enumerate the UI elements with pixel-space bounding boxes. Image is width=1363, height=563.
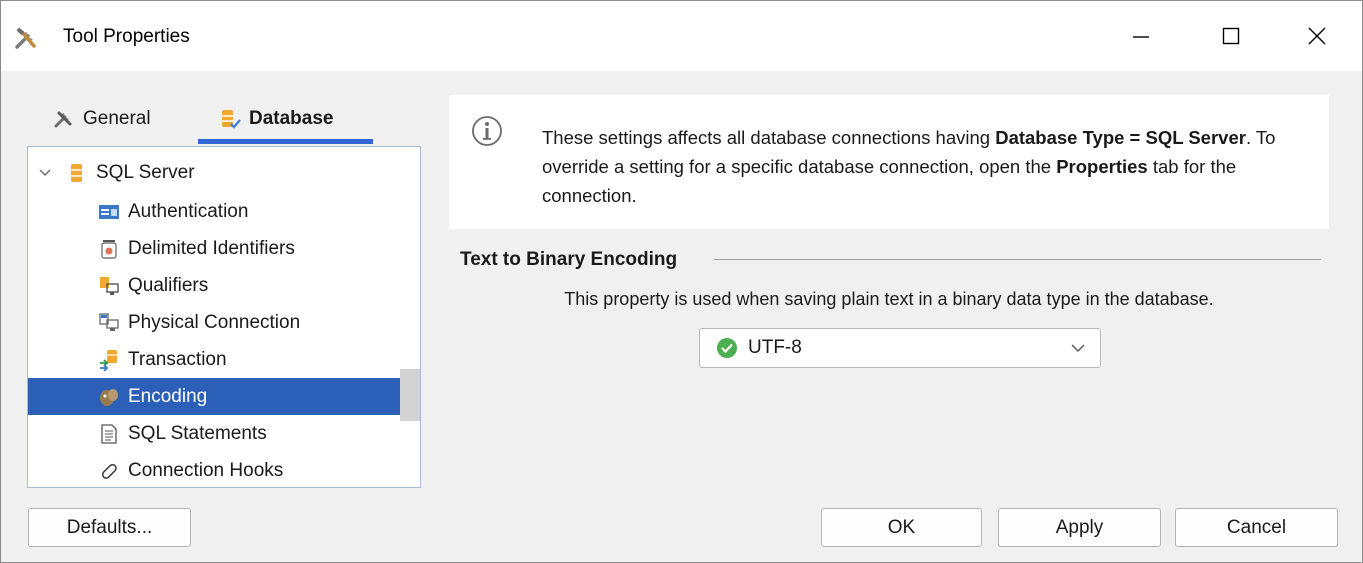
defaults-button[interactable]: Defaults...	[28, 508, 191, 547]
document-icon	[98, 423, 120, 445]
chevron-down-icon	[39, 169, 51, 177]
info-icon	[471, 115, 503, 147]
info-message: These settings affects all database conn…	[542, 123, 1302, 210]
tree-item-label: SQL Statements	[128, 422, 267, 444]
encoding-icon	[98, 386, 120, 408]
tree-item-connection-hooks[interactable]: Connection Hooks	[28, 452, 400, 487]
delimiter-icon	[98, 238, 120, 260]
tab-database[interactable]: Database	[219, 101, 334, 137]
tree-item-delimited-identifiers[interactable]: Delimited Identifiers	[28, 230, 400, 267]
close-button[interactable]	[1272, 1, 1362, 71]
tree-node-label: SQL Server	[96, 161, 195, 183]
tree-item-label: Physical Connection	[128, 311, 301, 333]
tree-item-authentication[interactable]: Authentication	[28, 193, 400, 230]
group-title: Text to Binary Encoding	[460, 249, 678, 270]
info-properties-tab: Properties	[1056, 156, 1148, 177]
tree-node-sql-server[interactable]: SQL Server	[28, 154, 400, 191]
cancel-button[interactable]: Cancel	[1175, 508, 1338, 547]
settings-tree[interactable]: SQL Server Authentication Delimited Iden…	[27, 146, 421, 488]
maximize-button[interactable]	[1186, 1, 1276, 71]
tree-item-label: Delimited Identifiers	[128, 237, 295, 259]
minimize-button[interactable]	[1096, 1, 1186, 71]
tree-item-label: Qualifiers	[128, 274, 209, 296]
hook-icon	[98, 460, 120, 482]
tree-item-qualifiers[interactable]: Qualifiers	[28, 267, 400, 304]
tools-icon	[53, 108, 75, 130]
group-divider	[714, 259, 1321, 260]
info-database-type: Database Type = SQL Server	[995, 127, 1246, 148]
maximize-icon	[1222, 27, 1240, 45]
active-tab-indicator	[198, 139, 373, 144]
database-icon	[219, 108, 241, 130]
transaction-icon	[98, 349, 120, 371]
minimize-icon	[1133, 36, 1149, 38]
tree-item-label: Transaction	[128, 348, 227, 370]
encoding-value: UTF-8	[748, 337, 802, 358]
ok-button[interactable]: OK	[821, 508, 982, 547]
encoding-select[interactable]: UTF-8	[699, 328, 1101, 368]
tree-item-physical-connection[interactable]: Physical Connection	[28, 304, 400, 341]
tool-properties-dialog: Tool Properties General Database SQL Ser…	[0, 0, 1363, 563]
check-circle-icon	[716, 337, 738, 359]
info-text-part: These settings affects all database conn…	[542, 127, 996, 148]
tree-scrollbar-track[interactable]	[400, 147, 420, 487]
tree-item-sql-statements[interactable]: SQL Statements	[28, 415, 400, 452]
tab-general-label: General	[83, 108, 151, 129]
authentication-icon	[98, 201, 120, 223]
tree-item-encoding[interactable]: Encoding	[28, 378, 400, 415]
physical-connection-icon	[98, 312, 120, 334]
tree-item-transaction[interactable]: Transaction	[28, 341, 400, 378]
qualifiers-icon	[98, 275, 120, 297]
tree-item-label: Authentication	[128, 200, 249, 222]
tab-database-label: Database	[249, 108, 334, 129]
database-icon	[66, 162, 88, 184]
group-description: This property is used when saving plain …	[564, 289, 1214, 309]
chevron-down-icon	[1071, 344, 1085, 352]
info-panel: These settings affects all database conn…	[449, 95, 1329, 229]
window-title: Tool Properties	[63, 26, 190, 47]
close-icon	[1308, 27, 1326, 45]
tree-item-label: Connection Hooks	[128, 459, 284, 481]
tools-icon	[14, 26, 40, 52]
tree-item-label: Encoding	[128, 385, 208, 407]
tab-general[interactable]: General	[53, 101, 151, 137]
apply-button[interactable]: Apply	[998, 508, 1161, 547]
title-bar: Tool Properties	[1, 1, 1362, 71]
tree-scrollbar-thumb[interactable]	[400, 369, 420, 421]
